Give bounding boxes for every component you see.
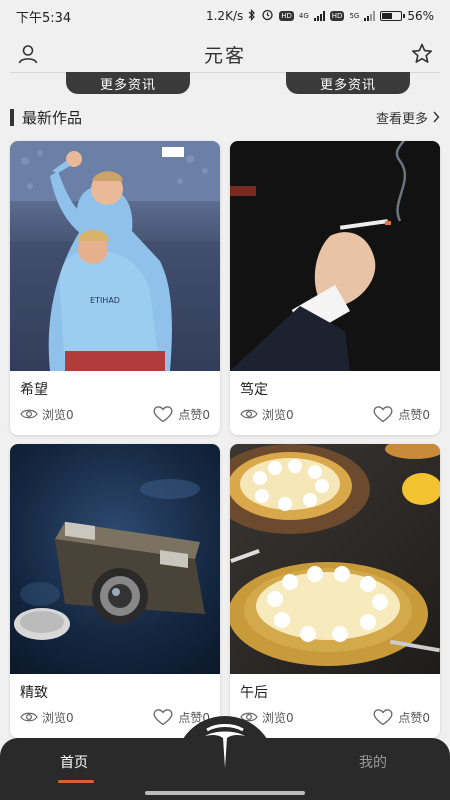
card-meta: 浏览0 点赞0 <box>20 405 210 423</box>
section-title: 最新作品 <box>10 107 82 128</box>
more-info-button-left[interactable]: 更多资讯 <box>66 72 190 94</box>
eye-icon <box>20 409 38 419</box>
tab-mine[interactable]: 我的 <box>359 752 387 772</box>
heart-icon <box>153 406 173 423</box>
view-count-label: 浏览0 <box>262 407 294 422</box>
status-indicators: 1.2K/s HD 4G HD 5G 56% <box>206 8 434 24</box>
card-title: 希望 <box>20 382 48 398</box>
like-count-label: 点赞0 <box>398 407 430 422</box>
tab-home[interactable]: 首页 <box>58 752 94 783</box>
tab-mine-label: 我的 <box>359 755 387 771</box>
card-meta: 浏览0 点赞0 <box>240 405 430 423</box>
chevron-right-icon <box>433 111 440 123</box>
vintage-camera-photo <box>10 444 220 674</box>
star-icon[interactable] <box>408 40 436 68</box>
home-indicator <box>145 791 305 795</box>
like-button[interactable]: 点赞0 <box>372 708 430 726</box>
active-tab-indicator <box>58 780 94 783</box>
section-title-text: 最新作品 <box>22 108 83 127</box>
football-players-photo: ETIHAD <box>10 141 220 371</box>
svg-text:ETIHAD: ETIHAD <box>90 296 120 305</box>
like-count-label: 点赞0 <box>398 710 430 725</box>
alarm-icon <box>261 8 274 24</box>
network-speed: 1.2K/s <box>205 9 244 23</box>
work-card[interactable]: 精致 浏览0 点赞0 <box>10 444 220 738</box>
network-type-1: 4G <box>298 12 309 20</box>
network-type-2: 5G <box>349 12 360 20</box>
card-meta: 浏览0 点赞0 <box>20 708 210 726</box>
lemon-tarts-photo <box>230 444 440 674</box>
more-info-row: 更多资讯 更多资讯 <box>0 72 450 96</box>
view-more-link[interactable]: 查看更多 <box>376 108 440 127</box>
bluetooth-icon <box>248 8 256 24</box>
card-title: 笃定 <box>240 382 268 398</box>
like-button[interactable]: 点赞0 <box>152 405 210 423</box>
eye-icon <box>240 409 258 419</box>
card-meta: 浏览0 点赞0 <box>240 708 430 726</box>
heart-icon <box>373 709 393 726</box>
page-title: 元客 <box>203 44 246 67</box>
view-count-label: 浏览0 <box>42 407 74 422</box>
top-nav-bar: 元客 <box>0 32 450 76</box>
hd-badge-2: HD <box>329 11 345 21</box>
signal-strength-icon <box>313 11 325 21</box>
battery-percent: 56% <box>407 9 434 23</box>
card-title: 午后 <box>240 685 268 701</box>
view-count: 浏览0 <box>20 405 74 423</box>
view-count-label: 浏览0 <box>42 710 74 725</box>
user-icon[interactable] <box>14 40 42 68</box>
section-accent-bar <box>10 108 14 126</box>
work-card[interactable]: 午后 浏览0 点赞0 <box>230 444 440 738</box>
battery-icon <box>380 11 406 21</box>
view-count: 浏览0 <box>240 405 294 423</box>
hand-with-cigarette-photo <box>230 141 440 371</box>
like-button[interactable]: 点赞0 <box>372 405 430 423</box>
work-card[interactable]: 笃定 浏览0 点赞0 <box>230 141 440 435</box>
tesla-logo-icon <box>205 724 245 768</box>
hd-badge: HD <box>279 11 294 21</box>
work-card[interactable]: ETIHAD 希望 浏览0 点赞0 <box>10 141 220 435</box>
status-time: 下午5:34 <box>16 10 72 26</box>
like-count-label: 点赞0 <box>178 407 210 422</box>
eye-icon <box>20 712 38 722</box>
view-count: 浏览0 <box>20 708 74 726</box>
section-header: 最新作品 查看更多 <box>10 104 440 130</box>
signal-strength-icon-2 <box>364 11 376 21</box>
view-count-label: 浏览0 <box>262 710 294 725</box>
card-title: 精致 <box>20 685 48 701</box>
view-more-label: 查看更多 <box>375 111 428 127</box>
more-info-button-right[interactable]: 更多资讯 <box>286 72 410 94</box>
tab-home-label: 首页 <box>60 755 88 771</box>
status-bar: 下午5:34 1.2K/s HD 4G HD 5G 56% <box>0 0 450 32</box>
heart-icon <box>153 709 173 726</box>
heart-icon <box>373 406 393 423</box>
